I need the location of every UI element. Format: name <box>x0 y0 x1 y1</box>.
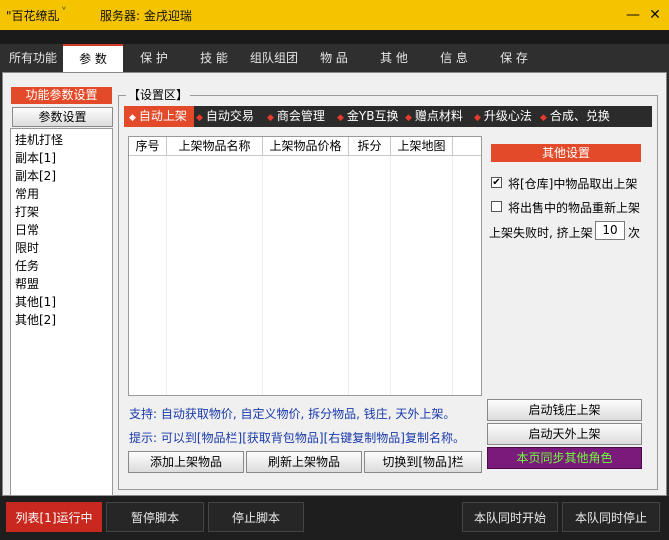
pause-script-button[interactable]: 暂停脚本 <box>106 502 204 532</box>
tab-label: 赠点材料 <box>414 109 463 123</box>
column-divider <box>263 156 349 395</box>
other-settings-header: 其他设置 <box>491 144 641 162</box>
menu-save[interactable]: 保 存 <box>488 44 540 72</box>
switch-items-tab-button[interactable]: 切换到[物品]栏 <box>364 451 482 473</box>
tab-upgrade-skill[interactable]: ◆ 升级心法 <box>474 106 542 127</box>
menu-skills[interactable]: 技 能 <box>188 44 240 72</box>
tab-guild-manage[interactable]: ◆ 商会管理 <box>267 106 335 127</box>
function-params-header: 功能参数设置 <box>11 87 112 104</box>
tab-auto-list[interactable]: ◆ 自动上架 <box>124 106 194 127</box>
tab-gold-yb[interactable]: ◆ 金YB互换 <box>337 106 403 127</box>
fail-retry-label: 上架失败时, 挤上架 <box>489 226 593 240</box>
column-divider <box>391 156 453 395</box>
tab-label: 商会管理 <box>276 109 325 123</box>
start-sky-listing-button[interactable]: 启动天外上架 <box>487 423 642 445</box>
tab-label: 升级心法 <box>483 109 532 123</box>
running-status-button[interactable]: 列表[1]运行中 <box>6 502 102 532</box>
start-bank-listing-button[interactable]: 启动钱庄上架 <box>487 399 642 421</box>
retry-count-input[interactable]: 10 <box>595 221 625 240</box>
window-title: "百花缭乱 <box>6 9 60 23</box>
tab-label: 合成、兑换 <box>549 109 610 123</box>
sync-other-roles-button[interactable]: 本页同步其他角色 <box>487 447 642 469</box>
list-item[interactable]: 日常 <box>15 221 39 238</box>
list-item[interactable]: 副本[2] <box>15 167 56 184</box>
list-item[interactable]: 其他[2] <box>15 311 56 328</box>
menu-params[interactable]: 参 数 <box>63 44 123 72</box>
stop-script-button[interactable]: 停止脚本 <box>208 502 304 532</box>
warehouse-checkbox[interactable]: ✔ <box>491 177 502 188</box>
tab-compose-exchange[interactable]: ◆ 合成、兑换 <box>540 106 630 127</box>
column-divider <box>129 156 167 395</box>
tab-auto-trade[interactable]: ◆ 自动交易 <box>196 106 264 127</box>
relist-label: 将出售中的物品重新上架 <box>508 201 641 215</box>
col-header-empty <box>453 137 481 156</box>
col-header-map[interactable]: 上架地图 <box>391 137 453 156</box>
list-item[interactable]: 限时 <box>15 239 39 256</box>
minimize-icon[interactable]: — <box>624 6 642 24</box>
menu-protect[interactable]: 保 护 <box>128 44 180 72</box>
diamond-icon: ◆ <box>196 113 203 123</box>
diamond-icon: ◆ <box>129 113 136 123</box>
warehouse-label: 将[仓库]中物品取出上架 <box>508 177 638 191</box>
menu-all-functions[interactable]: 所有功能 <box>6 44 60 72</box>
column-divider <box>167 156 263 395</box>
title-strip <box>0 30 669 44</box>
close-icon[interactable]: ✕ <box>646 6 664 24</box>
check-icon: ✔ <box>492 177 501 188</box>
diamond-icon: ◆ <box>540 113 547 123</box>
menu-info[interactable]: 信 息 <box>428 44 480 72</box>
menu-other[interactable]: 其 他 <box>368 44 420 72</box>
retry-unit-label: 次 <box>628 226 641 240</box>
list-item[interactable]: 挂机打怪 <box>15 131 63 148</box>
team-stop-button[interactable]: 本队同时停止 <box>562 502 660 532</box>
chevron-down-icon[interactable]: ᵛ <box>62 5 66 16</box>
list-item[interactable]: 帮盟 <box>15 275 39 292</box>
col-header-index[interactable]: 序号 <box>129 137 167 156</box>
col-header-price[interactable]: 上架物品价格 <box>263 137 349 156</box>
tab-label: 自动上架 <box>138 109 187 123</box>
list-item[interactable]: 打架 <box>15 203 39 220</box>
settings-tabs: ◆ 自动上架 ◆ 自动交易 ◆ 商会管理 ◆ 金YB互换 ◆ 赠点材料 ◆ 升级心法 ◆ 合成… <box>124 106 652 127</box>
list-item[interactable]: 任务 <box>15 257 39 274</box>
support-note: 支持: 自动获取物价, 自定义物价, 拆分物品, 钱庄, 天外上架。 <box>129 407 456 421</box>
list-item[interactable]: 常用 <box>15 185 39 202</box>
tab-label: 金YB互换 <box>346 109 399 123</box>
relist-checkbox[interactable] <box>491 201 502 212</box>
diamond-icon: ◆ <box>405 113 412 123</box>
menu-items[interactable]: 物 品 <box>308 44 360 72</box>
settings-title: 【设置区】 <box>126 86 191 103</box>
add-listing-button[interactable]: 添加上架物品 <box>128 451 244 473</box>
refresh-listing-button[interactable]: 刷新上架物品 <box>246 451 362 473</box>
col-header-name[interactable]: 上架物品名称 <box>167 137 263 156</box>
category-list: 挂机打怪 副本[1] 副本[2] 常用 打架 日常 限时 任务 帮盟 其他[1]… <box>10 128 113 496</box>
menu-bar: 所有功能 参 数 保 护 技 能 组队组团 物 品 其 他 信 息 保 存 <box>0 44 669 72</box>
listing-table[interactable]: 序号 上架物品名称 上架物品价格 拆分 上架地图 <box>128 136 482 396</box>
list-item[interactable]: 副本[1] <box>15 149 56 166</box>
params-settings-button[interactable]: 参数设置 <box>12 107 113 127</box>
column-divider <box>349 156 391 395</box>
diamond-icon: ◆ <box>267 113 274 123</box>
tab-gift-materials[interactable]: ◆ 赠点材料 <box>405 106 473 127</box>
col-header-split[interactable]: 拆分 <box>349 137 391 156</box>
server-label: 服务器: 金戌迎瑞 <box>100 9 192 23</box>
team-start-button[interactable]: 本队同时开始 <box>462 502 558 532</box>
list-item-selected[interactable]: 其他[1] <box>15 293 56 310</box>
tip-note: 提示: 可以到[物品栏][获取背包物品][右键复制物品]复制名称。 <box>129 431 465 445</box>
diamond-icon: ◆ <box>337 113 344 123</box>
tab-label: 自动交易 <box>205 109 254 123</box>
menu-team[interactable]: 组队组团 <box>246 44 302 72</box>
diamond-icon: ◆ <box>474 113 481 123</box>
